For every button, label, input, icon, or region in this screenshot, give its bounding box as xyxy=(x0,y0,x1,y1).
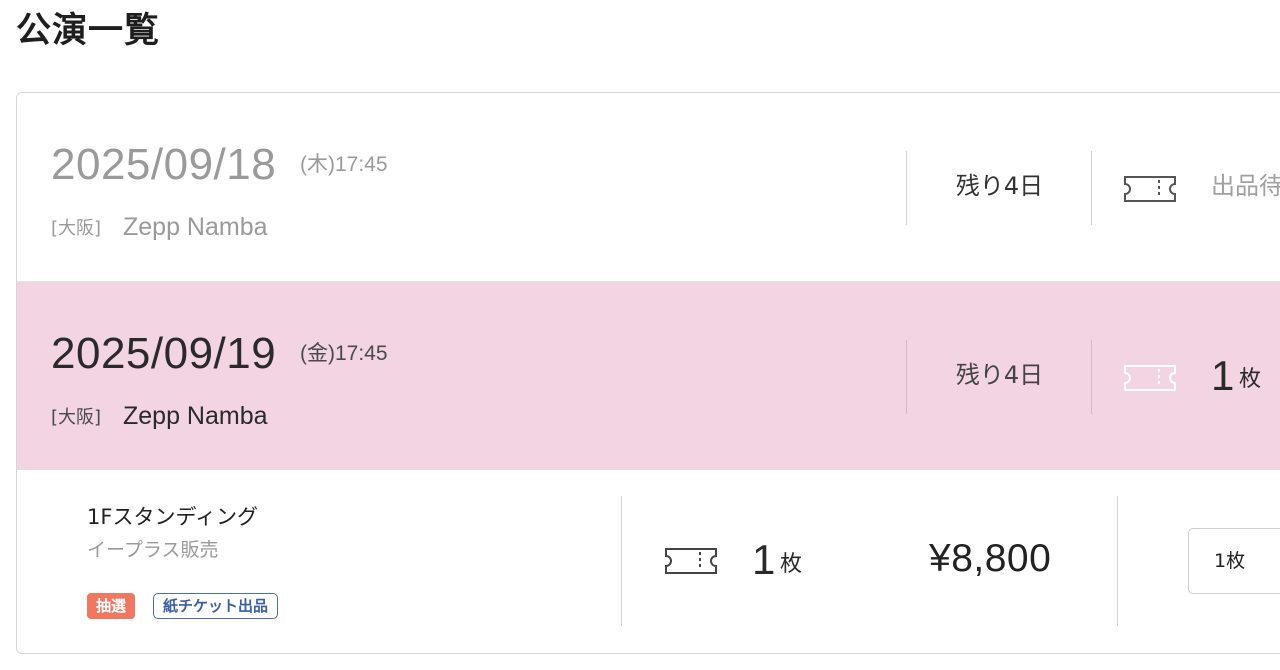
performance-row-selected[interactable]: 2025/09/19 (金)17:45 [大阪] Zepp Namba 残り4日… xyxy=(17,282,1280,470)
performance-venue: Zepp Namba xyxy=(123,213,268,241)
ticket-count: 1 xyxy=(1211,352,1235,399)
seat-type: 1Fスタンディング xyxy=(87,505,258,529)
performance-prefecture: [大阪] xyxy=(51,407,102,428)
performance-weekday-time: (木)17:45 xyxy=(300,153,388,176)
listing-status: 出品待 xyxy=(1211,172,1280,200)
divider xyxy=(1091,151,1092,225)
ticket-count-unit: 枚 xyxy=(780,552,803,577)
ticket-price: ¥8,800 xyxy=(929,537,1052,580)
divider xyxy=(621,496,622,626)
seller-name: イープラス販売 xyxy=(87,539,219,561)
performance-list: 2025/09/18 (木)17:45 [大阪] Zepp Namba 残り4日… xyxy=(16,92,1280,654)
quantity-select-value: 1枚 xyxy=(1214,550,1246,572)
performance-date: 2025/09/18 xyxy=(51,140,277,189)
performance-row[interactable]: 2025/09/18 (木)17:45 [大阪] Zepp Namba 残り4日… xyxy=(17,93,1280,282)
performance-venue: Zepp Namba xyxy=(123,402,268,430)
paper-ticket-tag: 紙チケット出品 xyxy=(153,593,279,619)
ticket-icon xyxy=(1124,365,1176,391)
listing-row: 1Fスタンディング イープラス販売 抽選 紙チケット出品 1 枚 ¥8,800 … xyxy=(17,470,1280,653)
ticket-count: 1 xyxy=(752,536,776,583)
lottery-tag: 抽選 xyxy=(87,593,136,619)
days-remaining: 残り4日 xyxy=(955,361,1044,389)
quantity-select[interactable]: 1枚 xyxy=(1188,528,1280,594)
page-title: 公演一覧 xyxy=(16,11,161,51)
performance-prefecture: [大阪] xyxy=(51,218,102,239)
ticket-icon xyxy=(1124,176,1176,202)
divider xyxy=(1091,340,1092,414)
days-remaining: 残り4日 xyxy=(955,172,1044,200)
ticket-count-unit: 枚 xyxy=(1239,367,1262,392)
ticket-icon xyxy=(665,548,717,574)
performance-date: 2025/09/19 xyxy=(51,329,277,378)
divider xyxy=(1117,496,1118,626)
performance-weekday-time: (金)17:45 xyxy=(300,342,388,365)
